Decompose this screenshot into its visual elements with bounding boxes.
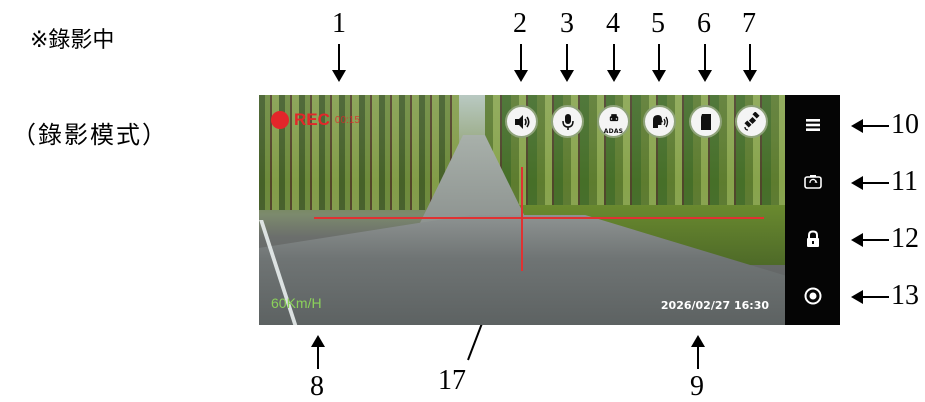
- rec-label: REC: [294, 110, 330, 129]
- recording-mode-label: （錄影模式）: [12, 121, 168, 149]
- callout-1-arrow: [332, 44, 346, 82]
- switch-camera-button[interactable]: [785, 162, 840, 202]
- callout-7: 7: [742, 8, 756, 39]
- menu-icon: [805, 119, 820, 131]
- speed-readout: 60Km/H: [271, 295, 322, 311]
- callout-10: 10: [891, 109, 919, 140]
- status-icon-bar: ADAS: [505, 105, 768, 138]
- callout-3: 3: [560, 8, 574, 39]
- sd-card-icon[interactable]: [689, 105, 722, 138]
- callout-8: 8: [310, 371, 324, 402]
- recording-indicator: REC 00:15: [271, 110, 360, 130]
- callout-10-arrow: [851, 119, 889, 133]
- callout-5: 5: [651, 8, 665, 39]
- callout-1: 1: [332, 8, 346, 39]
- microphone-icon[interactable]: [551, 105, 584, 138]
- callout-13-arrow: [851, 290, 889, 304]
- lock-button[interactable]: [785, 219, 840, 259]
- adas-car-icon[interactable]: ADAS: [597, 105, 630, 138]
- callout-2: 2: [513, 8, 527, 39]
- gps-satellite-icon[interactable]: [735, 105, 768, 138]
- camera-preview[interactable]: REC 00:15 ADAS 60Km/H 2026/02/27 16:30: [259, 95, 785, 325]
- callout-11-arrow: [851, 176, 889, 190]
- callout-7-arrow: [743, 44, 757, 82]
- callout-13: 13: [891, 280, 919, 311]
- callout-9-arrow: [691, 335, 705, 369]
- callout-3-arrow: [560, 44, 574, 82]
- callout-8-arrow: [311, 335, 325, 369]
- voice-prompt-icon[interactable]: [643, 105, 676, 138]
- date-time-stamp: 2026/02/27 16:30: [660, 299, 769, 312]
- callout-4: 4: [606, 8, 620, 39]
- control-sidebar: [785, 95, 840, 325]
- callout-6: 6: [697, 8, 711, 39]
- adas-horizon-line[interactable]: [314, 217, 764, 219]
- speaker-icon[interactable]: [505, 105, 538, 138]
- callout-5-arrow: [652, 44, 666, 82]
- callout-9: 9: [690, 371, 704, 402]
- switch-camera-icon: [803, 175, 822, 189]
- callout-12-arrow: [851, 233, 889, 247]
- record-icon: [804, 287, 821, 305]
- callout-6-arrow: [698, 44, 712, 82]
- menu-button[interactable]: [785, 105, 840, 145]
- recording-title: ※錄影中: [30, 28, 115, 53]
- rec-time: 00:15: [334, 114, 360, 126]
- callout-12: 12: [891, 223, 919, 254]
- callout-4-arrow: [607, 44, 621, 82]
- callout-11: 11: [891, 166, 918, 197]
- rec-dot-icon: [271, 111, 289, 129]
- record-button[interactable]: [785, 276, 840, 316]
- callout-17: 17: [438, 365, 466, 396]
- lock-icon: [806, 230, 819, 247]
- adas-center-line[interactable]: [521, 167, 523, 271]
- adas-label: ADAS: [603, 128, 624, 135]
- callout-2-arrow: [514, 44, 528, 82]
